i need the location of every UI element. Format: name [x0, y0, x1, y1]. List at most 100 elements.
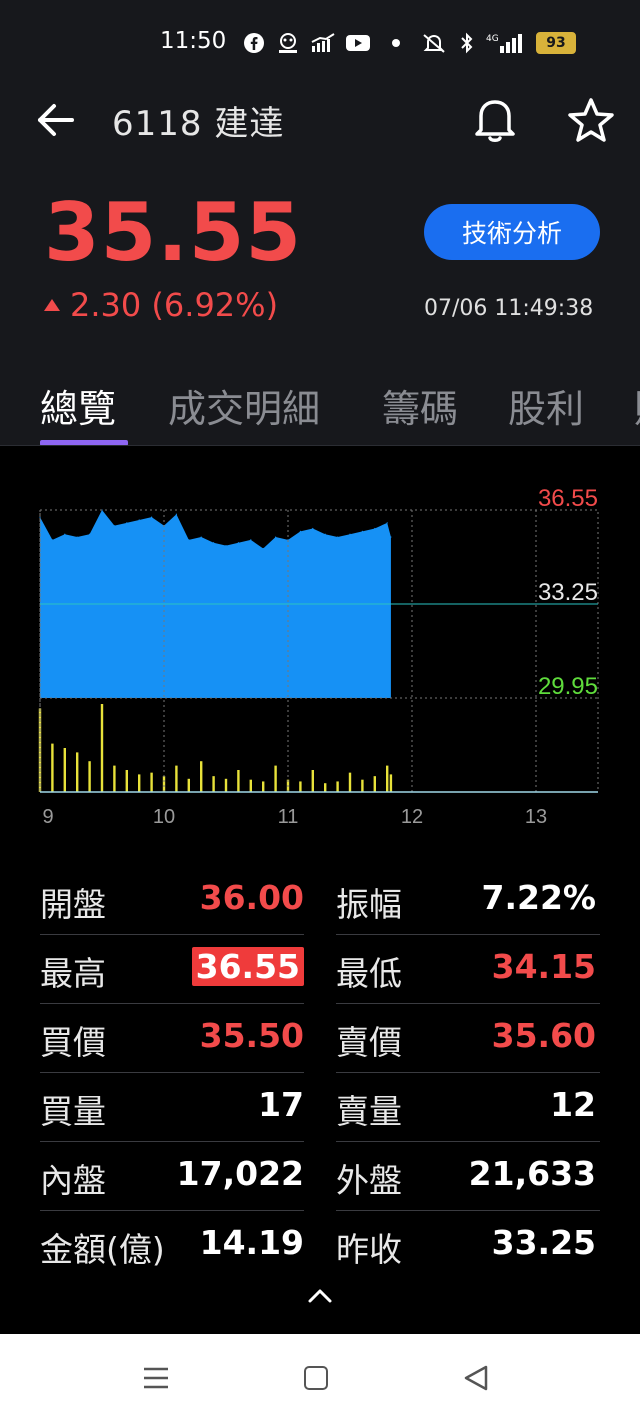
top-panel: 11:50 4G 93 6118 建達 35.55 2.30 (6.92%) 技…	[0, 0, 640, 446]
time-axis-label: 12	[401, 806, 423, 828]
price-point	[188, 539, 190, 541]
tab-bar: 總覽 成交明細 籌碼 股利 財	[0, 370, 640, 446]
volume-bar	[187, 778, 190, 792]
stat-value: 33.25	[491, 1223, 596, 1262]
bluetooth-icon	[458, 32, 476, 54]
volume-bar	[324, 783, 327, 792]
stat-value: 35.60	[491, 1016, 596, 1055]
price-point	[113, 525, 115, 527]
price-point	[390, 536, 392, 538]
signal-icon: 4G	[484, 32, 528, 54]
price-point	[374, 527, 376, 530]
stat-label: 賣價	[336, 1023, 402, 1062]
price-axis-label: 36.55	[538, 485, 598, 512]
stat-label: 昨收	[336, 1230, 402, 1269]
home-icon[interactable]	[304, 1366, 328, 1390]
price-change: 2.30 (6.92%)	[44, 286, 278, 324]
stat-value: 7.22%	[481, 878, 597, 917]
youtube-icon	[345, 32, 371, 54]
price-point	[262, 547, 264, 550]
volume-bar	[138, 774, 141, 792]
tab-dividend[interactable]: 股利	[508, 378, 584, 433]
status-time: 11:50	[160, 28, 227, 54]
volume-bar	[88, 761, 91, 792]
quote-datetime: 07/06 11:49:38	[424, 296, 594, 321]
stat-label: 內盤	[40, 1161, 106, 1200]
page-title: 6118 建達	[112, 104, 285, 144]
stat-label: 最高	[40, 954, 106, 993]
stat-label: 振幅	[336, 885, 402, 924]
intraday-chart: 36.55 33.25 29.95 9 10 11 12 13	[0, 480, 640, 840]
volume-bar	[373, 776, 376, 792]
bell-icon[interactable]	[472, 96, 518, 144]
price-axis-label: 33.25	[538, 579, 598, 606]
price-point	[250, 539, 252, 541]
stats-row: 開盤 36.00 振幅 7.22%	[40, 866, 600, 935]
price-point	[51, 539, 54, 541]
nav-back-icon[interactable]	[462, 1364, 490, 1392]
volume-bar	[212, 776, 215, 792]
price-point	[151, 516, 153, 518]
price-point	[349, 533, 351, 535]
volume-bar	[125, 770, 128, 792]
volume-bar	[150, 772, 153, 792]
dot-icon	[390, 32, 402, 54]
price-point	[89, 533, 91, 535]
volume-bar	[175, 765, 178, 792]
price-point	[126, 522, 128, 524]
volume-bar	[348, 772, 352, 792]
volume-bar	[311, 770, 314, 792]
volume-bar	[389, 774, 393, 792]
stat-label: 買價	[40, 1023, 106, 1062]
chevron-up-icon[interactable]	[306, 1286, 334, 1306]
svg-text:4G: 4G	[486, 34, 499, 44]
tab-trade-details[interactable]: 成交明細	[168, 378, 320, 433]
mute-icon	[420, 32, 448, 54]
price-point	[200, 536, 202, 538]
tab-overview[interactable]: 總覽	[40, 378, 116, 433]
recent-apps-icon[interactable]	[143, 1366, 169, 1390]
volume-bars-layer	[38, 704, 393, 792]
back-arrow-icon[interactable]	[36, 100, 76, 140]
stat-label: 外盤	[336, 1161, 402, 1200]
time-axis-label: 10	[153, 806, 175, 828]
current-price: 35.55	[44, 186, 303, 279]
tab-chips[interactable]: 籌碼	[382, 378, 458, 433]
volume-bar	[299, 781, 302, 792]
volume-bar	[336, 781, 339, 792]
price-point	[386, 522, 388, 524]
stats-row: 金額(億) 14.19 昨收 33.25	[40, 1211, 600, 1280]
stat-value: 14.19	[199, 1223, 304, 1262]
price-point	[237, 542, 239, 544]
time-axis-label: 9	[42, 806, 53, 828]
tab-financial[interactable]: 財	[634, 378, 640, 433]
price-point	[299, 530, 301, 532]
price-point	[361, 530, 363, 532]
volume-bar	[113, 765, 116, 792]
price-point	[76, 536, 78, 538]
battery-icon: 93	[536, 32, 576, 54]
system-nav-bar	[0, 1334, 640, 1422]
stat-label: 賣量	[336, 1092, 402, 1131]
price-point	[275, 536, 277, 538]
price-point	[175, 513, 177, 515]
volume-bar	[274, 765, 277, 792]
volume-bar	[237, 770, 240, 792]
price-axis-label: 29.95	[538, 673, 598, 700]
stat-value: 17	[258, 1085, 304, 1124]
chart-app-icon	[310, 32, 336, 54]
price-point	[138, 519, 140, 521]
stat-value: 36.55	[191, 947, 304, 986]
stat-label: 開盤	[40, 885, 106, 924]
volume-bar	[76, 752, 79, 792]
app-icon	[276, 32, 300, 54]
stat-value: 12	[550, 1085, 596, 1124]
price-point	[64, 533, 66, 535]
volume-bar	[100, 704, 104, 792]
star-icon[interactable]	[566, 96, 616, 144]
stats-row: 買價 35.50 賣價 35.60	[40, 1004, 600, 1073]
technical-analysis-button[interactable]: 技術分析	[424, 204, 600, 260]
stat-value: 35.50	[199, 1016, 304, 1055]
stat-label: 買量	[40, 1092, 106, 1131]
status-bar: 11:50 4G 93	[0, 22, 640, 66]
